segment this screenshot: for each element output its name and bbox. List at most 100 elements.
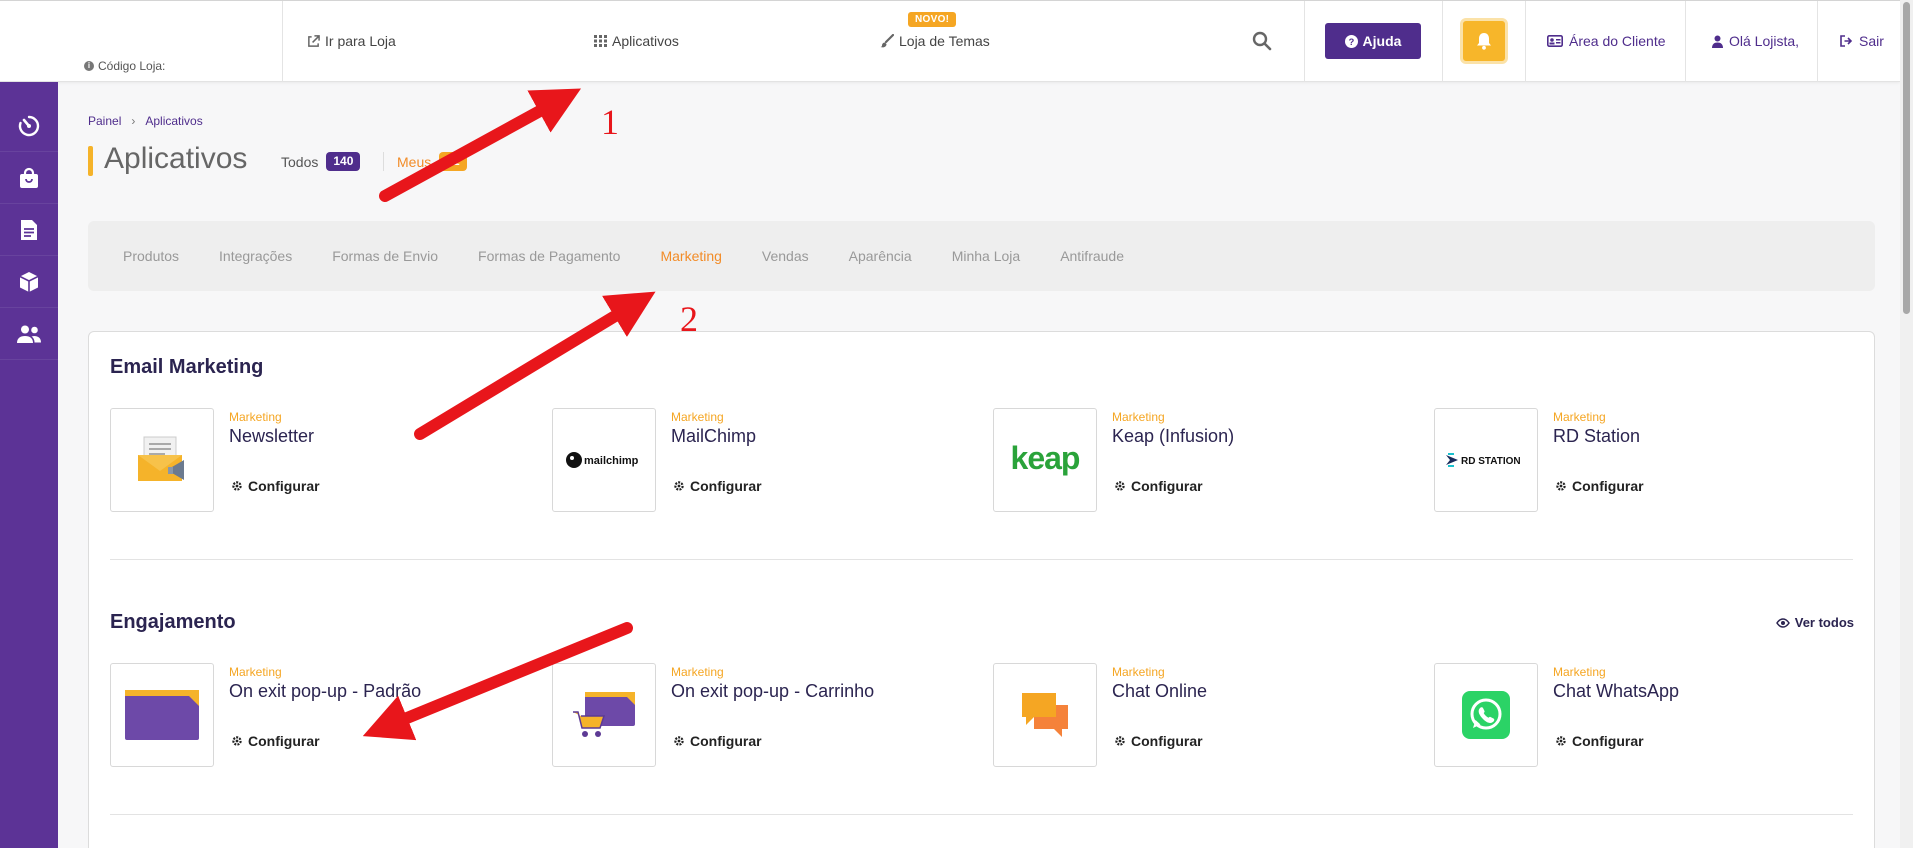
configure-button[interactable]: Configurar bbox=[673, 478, 762, 494]
sidebar-item-products[interactable] bbox=[0, 256, 58, 308]
apps-panel: Email Marketing Marketing Newsletter Con… bbox=[88, 331, 1875, 848]
tab-formas-de-pagamento[interactable]: Formas de Pagamento bbox=[478, 248, 620, 264]
page-title: Aplicativos bbox=[104, 142, 248, 175]
app-thumb[interactable] bbox=[110, 408, 214, 512]
configure-button[interactable]: Configurar bbox=[673, 733, 762, 749]
configure-label: Configurar bbox=[1572, 733, 1644, 749]
app-name: Chat Online bbox=[1112, 681, 1208, 701]
tab-formas-de-envio[interactable]: Formas de Envio bbox=[332, 248, 438, 264]
sidebar-item-reports[interactable] bbox=[0, 204, 58, 256]
tab-vendas[interactable]: Vendas bbox=[762, 248, 809, 264]
app-card-newsletter: Marketing Newsletter Configurar bbox=[110, 408, 540, 512]
app-card-keap: keap Marketing Keap (Infusion) Configura… bbox=[993, 408, 1423, 512]
id-card-icon bbox=[1547, 35, 1563, 47]
configure-button[interactable]: Configurar bbox=[1114, 478, 1203, 494]
divider bbox=[1685, 1, 1686, 82]
app-card-rd-station: RD STATION Marketing RD Station Configur… bbox=[1434, 408, 1864, 512]
bell-icon bbox=[1477, 33, 1491, 50]
svg-text:?: ? bbox=[1348, 37, 1354, 47]
themes-store-label: Loja de Temas bbox=[899, 33, 990, 49]
configure-label: Configurar bbox=[1572, 478, 1644, 494]
notifications-button[interactable] bbox=[1460, 18, 1508, 64]
whatsapp-icon bbox=[1462, 691, 1510, 739]
client-area-label: Área do Cliente bbox=[1569, 33, 1666, 49]
new-badge: NOVO! bbox=[908, 12, 957, 27]
shopping-bag-icon bbox=[20, 167, 38, 188]
themes-store-link[interactable]: Loja de Temas bbox=[880, 33, 990, 49]
app-name: RD Station bbox=[1553, 426, 1641, 446]
app-name: On exit pop-up - Carrinho bbox=[671, 681, 875, 701]
tab-integra-es[interactable]: Integrações bbox=[219, 248, 292, 264]
app-thumb[interactable] bbox=[552, 663, 656, 767]
popup-window-icon bbox=[125, 690, 199, 740]
configure-button[interactable]: Configurar bbox=[231, 478, 320, 494]
users-icon bbox=[17, 325, 41, 343]
keap-logo-text: keap bbox=[1011, 440, 1080, 476]
help-button[interactable]: ? Ajuda bbox=[1325, 23, 1421, 59]
user-menu[interactable]: Olá Lojista, bbox=[1712, 33, 1799, 49]
annotation-arrow-1 bbox=[379, 88, 582, 202]
see-all-link[interactable]: Ver todos bbox=[1775, 615, 1854, 630]
search-button[interactable] bbox=[1252, 31, 1272, 56]
title-accent-bar bbox=[88, 146, 93, 176]
app-thumb[interactable]: mailchimp bbox=[552, 408, 656, 512]
app-category: Marketing bbox=[229, 665, 282, 679]
app-thumb[interactable]: RD STATION bbox=[1434, 408, 1538, 512]
gear-icon bbox=[1556, 481, 1566, 491]
tab-minha-loja[interactable]: Minha Loja bbox=[952, 248, 1021, 264]
eye-icon bbox=[1775, 617, 1790, 628]
app-card-chat-online: Marketing Chat Online Configurar bbox=[993, 663, 1423, 767]
breadcrumb-separator: › bbox=[131, 114, 136, 128]
sidebar-item-orders[interactable] bbox=[0, 152, 58, 204]
tab-marketing[interactable]: Marketing bbox=[660, 248, 721, 264]
section-title-email-marketing: Email Marketing bbox=[110, 356, 264, 378]
client-area-link[interactable]: Área do Cliente bbox=[1547, 33, 1666, 49]
scrollbar-thumb[interactable] bbox=[1903, 2, 1910, 314]
configure-button[interactable]: Configurar bbox=[1555, 478, 1644, 494]
app-card-exit-popup-cart: Marketing On exit pop-up - Carrinho Conf… bbox=[552, 663, 982, 767]
app-category: Marketing bbox=[229, 410, 282, 424]
configure-button[interactable]: Configurar bbox=[231, 733, 320, 749]
app-thumb[interactable] bbox=[110, 663, 214, 767]
configure-label: Configurar bbox=[690, 733, 762, 749]
configure-button[interactable]: Configurar bbox=[1114, 733, 1203, 749]
app-category: Marketing bbox=[1112, 665, 1165, 679]
see-all-label: Ver todos bbox=[1794, 615, 1854, 630]
filter-mine-label: Meus bbox=[397, 153, 432, 170]
apps-link[interactable]: Aplicativos bbox=[594, 33, 679, 49]
user-greeting: Olá Lojista, bbox=[1729, 33, 1800, 49]
tab-apar-ncia[interactable]: Aparência bbox=[849, 248, 912, 264]
mailchimp-logo-text: mailchimp bbox=[584, 455, 639, 467]
chat-bubbles-icon bbox=[1022, 693, 1068, 737]
tab-produtos[interactable]: Produtos bbox=[123, 248, 179, 264]
tab-antifraude[interactable]: Antifraude bbox=[1060, 248, 1124, 264]
app-card-mailchimp: mailchimp Marketing MailChimp Configurar bbox=[552, 408, 982, 512]
sidebar-item-customers[interactable] bbox=[0, 308, 58, 360]
filter-all[interactable]: Todos 140 bbox=[281, 152, 361, 171]
app-category: Marketing bbox=[671, 410, 724, 424]
gear-icon bbox=[1115, 481, 1125, 491]
configure-label: Configurar bbox=[690, 478, 762, 494]
breadcrumb-item-dashboard[interactable]: Painel bbox=[88, 114, 121, 128]
go-to-store-link[interactable]: Ir para Loja bbox=[307, 33, 396, 49]
speedometer-icon bbox=[18, 115, 40, 136]
app-category: Marketing bbox=[1112, 410, 1165, 424]
app-name: Keap (Infusion) bbox=[1112, 426, 1235, 446]
logout-label: Sair bbox=[1859, 33, 1884, 49]
app-thumb[interactable]: keap bbox=[993, 408, 1097, 512]
filter-mine[interactable]: Meus 41 bbox=[383, 152, 467, 171]
sidebar-item-dashboard[interactable] bbox=[0, 100, 58, 152]
section-title-engagement: Engajamento bbox=[110, 611, 236, 633]
divider bbox=[1525, 1, 1526, 82]
external-link-icon bbox=[308, 34, 320, 47]
app-thumb[interactable] bbox=[1434, 663, 1538, 767]
annotation-number-2: 2 bbox=[680, 299, 698, 339]
configure-button[interactable]: Configurar bbox=[1555, 733, 1644, 749]
logout-link[interactable]: Sair bbox=[1840, 33, 1884, 49]
gear-icon bbox=[674, 736, 684, 746]
annotation-number-1: 1 bbox=[601, 102, 619, 142]
help-label: Ajuda bbox=[1362, 33, 1402, 49]
app-thumb[interactable] bbox=[993, 663, 1097, 767]
sidebar bbox=[0, 82, 58, 848]
gear-icon bbox=[1556, 736, 1566, 746]
